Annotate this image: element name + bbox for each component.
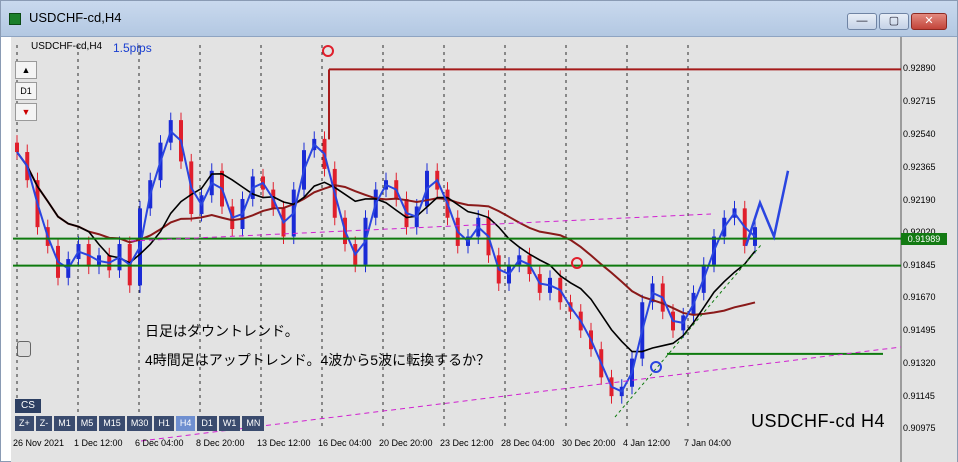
scroll-up-icon[interactable]: ▲ (15, 61, 37, 79)
date-tick-label: 6 Dec 04:00 (135, 438, 184, 448)
price-tick-label: 0.92365 (903, 161, 936, 172)
date-tick-label: 16 Dec 04:00 (318, 438, 372, 448)
date-tick-label: 30 Dec 20:00 (562, 438, 616, 448)
date-tick-label: 26 Nov 2021 (13, 438, 65, 448)
symbol-label: USDCHF-cd,H4 (31, 41, 103, 52)
date-tick-label: 28 Dec 04:00 (501, 438, 555, 448)
chart-watermark: USDCHF-cd H4 (751, 411, 886, 431)
annotation-daily-trend: 日足はダウントレンド。 (145, 323, 299, 339)
price-tick-label: 0.91495 (903, 325, 936, 336)
price-tick-label: 0.91145 (903, 391, 935, 402)
price-tick-label: 0.92715 (903, 96, 936, 107)
close-button[interactable]: ✕ (911, 13, 947, 30)
date-tick-label: 23 Dec 12:00 (440, 438, 494, 448)
period-button-m5[interactable]: M5 (76, 416, 98, 431)
date-tick-label: 1 Dec 12:00 (74, 438, 123, 448)
period-bar: Z+ Z- M1 M5 M15 M30 H1 H4 D1 W1 MN (15, 416, 265, 431)
price-tick-label: 0.92890 (903, 63, 936, 74)
spread-label: 1.5pips (113, 41, 152, 55)
date-tick-label: 13 Dec 12:00 (257, 438, 311, 448)
date-tick-label: 20 Dec 20:00 (379, 438, 433, 448)
mouse-tool-icon[interactable] (17, 341, 31, 357)
chart-app-icon (9, 13, 21, 25)
price-tick-label: 0.91320 (903, 358, 936, 369)
annotation-h4-trend: 4時間足はアップトレンド。4波から5波に転換するか？ (145, 352, 491, 368)
timeframe-d1-button[interactable]: D1 (15, 82, 37, 100)
current-price-tag: 0.91989 (901, 233, 947, 245)
candle-body (15, 142, 19, 153)
date-tick-label: 8 Dec 20:00 (196, 438, 245, 448)
price-tick-label: 0.91845 (903, 259, 936, 270)
period-button-h1[interactable]: H1 (154, 416, 174, 431)
maximize-button[interactable]: ▢ (879, 13, 909, 30)
period-button-zminus[interactable]: Z- (35, 416, 53, 431)
period-button-m1[interactable]: M1 (54, 416, 75, 431)
date-tick-label: 4 Jan 12:00 (623, 438, 671, 448)
price-tick-label: 0.92190 (903, 194, 936, 205)
chart-area[interactable] (11, 37, 957, 462)
title-bar[interactable]: USDCHF-cd,H4 — ▢ ✕ (1, 1, 957, 37)
minimize-button[interactable]: — (847, 13, 877, 30)
period-button-zplus[interactable]: Z+ (15, 416, 34, 431)
period-button-m30[interactable]: M30 (126, 416, 153, 431)
price-tick-label: 0.90975 (903, 423, 936, 433)
window-title: USDCHF-cd,H4 (29, 10, 122, 25)
period-button-d1[interactable]: D1 (197, 416, 217, 431)
period-button-w1[interactable]: W1 (218, 416, 241, 431)
chart-window: USDCHF-cd,H4 — ▢ ✕ USDCHF-cd,H4 1.5pips … (0, 0, 958, 462)
price-chart[interactable] (11, 37, 957, 462)
period-button-mn[interactable]: MN (242, 416, 265, 431)
price-tick-label: 0.92540 (903, 129, 936, 140)
chart-side-toolbar: ▲ D1 ▼ (15, 61, 39, 124)
cs-button[interactable]: CS (15, 399, 41, 413)
date-tick-label: 7 Jan 04:00 (684, 438, 732, 448)
scroll-down-icon[interactable]: ▼ (15, 103, 37, 121)
period-button-m15[interactable]: M15 (99, 416, 125, 431)
price-tick-label: 0.91670 (903, 292, 936, 303)
period-button-h4[interactable]: H4 (175, 416, 196, 431)
